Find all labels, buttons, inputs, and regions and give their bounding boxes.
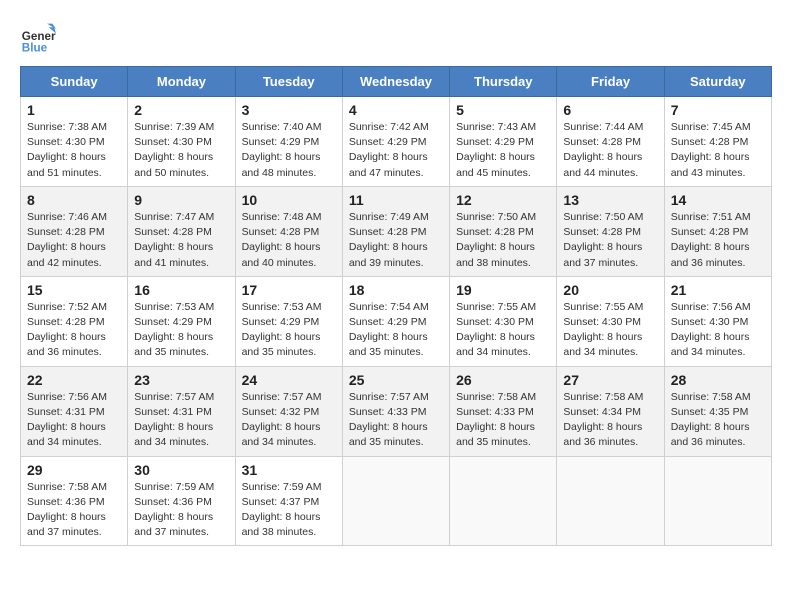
col-header-saturday: Saturday: [664, 67, 771, 97]
calendar-day-9: 9Sunrise: 7:47 AMSunset: 4:28 PMDaylight…: [128, 186, 235, 276]
calendar-day-22: 22Sunrise: 7:56 AMSunset: 4:31 PMDayligh…: [21, 366, 128, 456]
calendar-day-18: 18Sunrise: 7:54 AMSunset: 4:29 PMDayligh…: [342, 276, 449, 366]
calendar-table: SundayMondayTuesdayWednesdayThursdayFrid…: [20, 66, 772, 546]
calendar-week-2: 15Sunrise: 7:52 AMSunset: 4:28 PMDayligh…: [21, 276, 772, 366]
col-header-sunday: Sunday: [21, 67, 128, 97]
calendar-day-24: 24Sunrise: 7:57 AMSunset: 4:32 PMDayligh…: [235, 366, 342, 456]
calendar-day-17: 17Sunrise: 7:53 AMSunset: 4:29 PMDayligh…: [235, 276, 342, 366]
calendar-day-14: 14Sunrise: 7:51 AMSunset: 4:28 PMDayligh…: [664, 186, 771, 276]
calendar-week-0: 1Sunrise: 7:38 AMSunset: 4:30 PMDaylight…: [21, 97, 772, 187]
calendar-day-21: 21Sunrise: 7:56 AMSunset: 4:30 PMDayligh…: [664, 276, 771, 366]
calendar-day-10: 10Sunrise: 7:48 AMSunset: 4:28 PMDayligh…: [235, 186, 342, 276]
calendar-day-19: 19Sunrise: 7:55 AMSunset: 4:30 PMDayligh…: [450, 276, 557, 366]
empty-cell: [557, 456, 664, 546]
calendar-day-27: 27Sunrise: 7:58 AMSunset: 4:34 PMDayligh…: [557, 366, 664, 456]
col-header-monday: Monday: [128, 67, 235, 97]
col-header-wednesday: Wednesday: [342, 67, 449, 97]
header-row: SundayMondayTuesdayWednesdayThursdayFrid…: [21, 67, 772, 97]
calendar-day-2: 2Sunrise: 7:39 AMSunset: 4:30 PMDaylight…: [128, 97, 235, 187]
page-header: General Blue: [20, 20, 772, 56]
calendar-day-3: 3Sunrise: 7:40 AMSunset: 4:29 PMDaylight…: [235, 97, 342, 187]
calendar-day-8: 8Sunrise: 7:46 AMSunset: 4:28 PMDaylight…: [21, 186, 128, 276]
empty-cell: [450, 456, 557, 546]
calendar-day-23: 23Sunrise: 7:57 AMSunset: 4:31 PMDayligh…: [128, 366, 235, 456]
calendar-day-28: 28Sunrise: 7:58 AMSunset: 4:35 PMDayligh…: [664, 366, 771, 456]
calendar-week-4: 29Sunrise: 7:58 AMSunset: 4:36 PMDayligh…: [21, 456, 772, 546]
calendar-day-30: 30Sunrise: 7:59 AMSunset: 4:36 PMDayligh…: [128, 456, 235, 546]
logo-icon: General Blue: [20, 20, 56, 56]
empty-cell: [342, 456, 449, 546]
calendar-week-3: 22Sunrise: 7:56 AMSunset: 4:31 PMDayligh…: [21, 366, 772, 456]
calendar-day-13: 13Sunrise: 7:50 AMSunset: 4:28 PMDayligh…: [557, 186, 664, 276]
col-header-tuesday: Tuesday: [235, 67, 342, 97]
calendar-day-7: 7Sunrise: 7:45 AMSunset: 4:28 PMDaylight…: [664, 97, 771, 187]
calendar-day-29: 29Sunrise: 7:58 AMSunset: 4:36 PMDayligh…: [21, 456, 128, 546]
col-header-thursday: Thursday: [450, 67, 557, 97]
col-header-friday: Friday: [557, 67, 664, 97]
calendar-day-6: 6Sunrise: 7:44 AMSunset: 4:28 PMDaylight…: [557, 97, 664, 187]
empty-cell: [664, 456, 771, 546]
calendar-day-20: 20Sunrise: 7:55 AMSunset: 4:30 PMDayligh…: [557, 276, 664, 366]
calendar-day-4: 4Sunrise: 7:42 AMSunset: 4:29 PMDaylight…: [342, 97, 449, 187]
calendar-day-25: 25Sunrise: 7:57 AMSunset: 4:33 PMDayligh…: [342, 366, 449, 456]
calendar-day-11: 11Sunrise: 7:49 AMSunset: 4:28 PMDayligh…: [342, 186, 449, 276]
calendar-day-26: 26Sunrise: 7:58 AMSunset: 4:33 PMDayligh…: [450, 366, 557, 456]
logo: General Blue: [20, 20, 56, 56]
svg-text:Blue: Blue: [22, 42, 48, 55]
calendar-day-1: 1Sunrise: 7:38 AMSunset: 4:30 PMDaylight…: [21, 97, 128, 187]
calendar-day-12: 12Sunrise: 7:50 AMSunset: 4:28 PMDayligh…: [450, 186, 557, 276]
calendar-header: SundayMondayTuesdayWednesdayThursdayFrid…: [21, 67, 772, 97]
calendar-day-15: 15Sunrise: 7:52 AMSunset: 4:28 PMDayligh…: [21, 276, 128, 366]
calendar-day-5: 5Sunrise: 7:43 AMSunset: 4:29 PMDaylight…: [450, 97, 557, 187]
calendar-body: 1Sunrise: 7:38 AMSunset: 4:30 PMDaylight…: [21, 97, 772, 546]
calendar-week-1: 8Sunrise: 7:46 AMSunset: 4:28 PMDaylight…: [21, 186, 772, 276]
calendar-day-31: 31Sunrise: 7:59 AMSunset: 4:37 PMDayligh…: [235, 456, 342, 546]
calendar-day-16: 16Sunrise: 7:53 AMSunset: 4:29 PMDayligh…: [128, 276, 235, 366]
